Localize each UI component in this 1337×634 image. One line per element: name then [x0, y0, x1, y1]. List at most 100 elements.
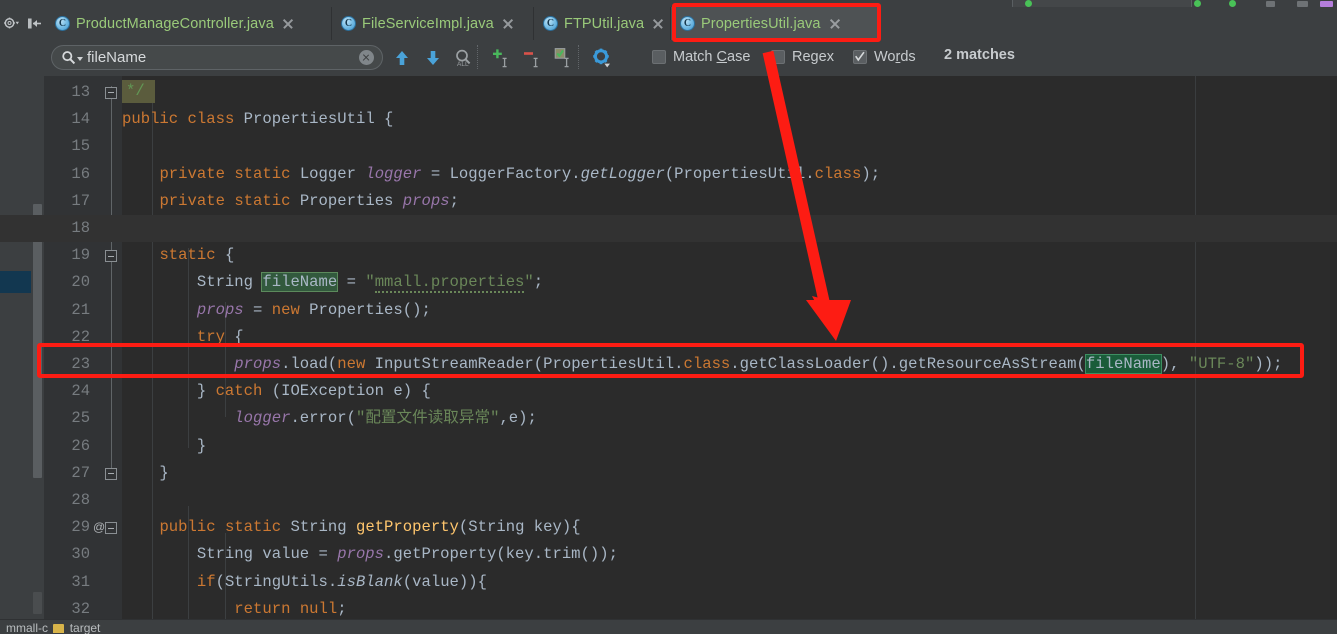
line-number: 14 [71, 110, 90, 129]
hide-tool-window-icon[interactable] [26, 15, 43, 32]
find-settings-button[interactable] [589, 45, 615, 70]
code-token: new [271, 300, 300, 319]
find-previous-button[interactable] [389, 45, 415, 70]
code-line-text[interactable]: return null; [122, 596, 346, 619]
code-token: logger [365, 164, 422, 183]
editor-tab-3-active[interactable]: C PropertiesUtil.java [671, 7, 879, 40]
code-line-row[interactable] [0, 133, 1337, 160]
code-line-row[interactable] [0, 460, 1337, 487]
checkbox-box[interactable] [652, 50, 666, 64]
breadcrumb-segment-2[interactable]: target [70, 621, 101, 634]
code-token: mmall.properties [374, 273, 525, 294]
code-line-row[interactable] [0, 487, 1337, 514]
line-number: 16 [71, 164, 90, 183]
code-line-text[interactable]: } [122, 433, 206, 460]
code-token: props [234, 355, 282, 373]
gear-icon [593, 48, 610, 67]
code-line-text[interactable]: String fileName = "mmall.properties"; [122, 269, 543, 296]
code-token: new [337, 355, 366, 373]
chevron-down-icon[interactable] [77, 56, 83, 61]
debug-button-icon[interactable] [1229, 0, 1236, 7]
code-editor[interactable]: 13 */14 public class PropertiesUtil {15 16 … [0, 76, 1337, 619]
code-token: (String key){ [458, 518, 581, 537]
select-all-occurrences-button[interactable] [488, 45, 514, 70]
clear-x-icon[interactable] [359, 50, 374, 65]
code-line-text[interactable]: } [122, 460, 168, 487]
search-input-value[interactable]: fileName [87, 49, 359, 66]
code-line-text[interactable]: props = new Properties(); [122, 297, 431, 324]
java-class-icon: C [680, 16, 695, 31]
code-line-text[interactable]: public class PropertiesUtil { [122, 106, 393, 133]
code-token: .error( [290, 409, 356, 428]
code-line-text[interactable]: public static String getProperty(String … [122, 514, 581, 541]
code-token: class [814, 164, 862, 183]
code-line-text[interactable]: try { [122, 324, 244, 351]
editor-tab-0[interactable]: C ProductManageController.java [46, 7, 332, 40]
java-class-icon: C [543, 16, 558, 31]
collapsed-javadoc[interactable]: */ [122, 80, 155, 103]
checkbox-box[interactable] [771, 50, 785, 64]
code-token: ), [1160, 355, 1189, 373]
search-magnifier-icon[interactable] [61, 50, 76, 65]
line-number: 27 [71, 463, 90, 482]
fold-end-icon[interactable] [105, 467, 117, 480]
code-line-row[interactable] [0, 79, 1337, 106]
code-line-text[interactable]: if(StringUtils.isBlank(value)){ [122, 569, 487, 596]
override-annotation-icon[interactable]: @ [93, 514, 105, 541]
code-token: PropertiesUtil [243, 110, 375, 129]
words-checkbox[interactable]: Words [853, 47, 916, 67]
editor-tab-label: PropertiesUtil.java [701, 15, 821, 32]
checkbox-box-checked[interactable] [853, 50, 867, 64]
close-icon[interactable] [282, 18, 294, 30]
navigation-breadcrumb[interactable]: mmall-c target [0, 619, 1337, 634]
run-config-icon [1025, 0, 1032, 7]
code-token: getLogger [580, 164, 665, 183]
regex-checkbox[interactable]: Regex [771, 47, 834, 67]
gear-dropdown-icon[interactable] [3, 15, 20, 32]
select-all-button[interactable] [550, 45, 576, 70]
line-number: 13 [71, 83, 90, 101]
code-line-text[interactable]: String value = props.getProperty(key.tri… [122, 541, 618, 568]
breadcrumb-segment-1[interactable]: mmall-c [6, 621, 48, 634]
close-icon[interactable] [652, 18, 664, 30]
fold-collapse-icon[interactable] [105, 522, 117, 535]
line-number: 21 [71, 300, 90, 319]
code-token: static [234, 164, 291, 183]
toolbar-separator-2 [578, 45, 579, 69]
editor-tab-2[interactable]: C FTPUtil.java [534, 7, 671, 40]
code-line-text[interactable]: private static Properties props; [122, 188, 458, 215]
code-line-text[interactable]: private static Logger logger = LoggerFac… [122, 161, 880, 188]
code-token: ); [861, 164, 881, 183]
code-token: static [224, 518, 282, 537]
match-case-checkbox[interactable]: Match Case [652, 47, 750, 67]
code-line-row[interactable] [0, 215, 1337, 243]
line-number: 17 [71, 191, 90, 210]
code-token: } [122, 436, 207, 455]
editor-tab-1[interactable]: C FileServiceImpl.java [332, 7, 534, 40]
close-icon[interactable] [502, 18, 514, 30]
find-all-icon: ALL [456, 49, 471, 68]
code-token: .load( [281, 355, 338, 373]
code-token: (PropertiesUtil. [664, 164, 815, 183]
search-match-highlight: fileName [1084, 354, 1162, 374]
fold-end-icon[interactable] [105, 87, 117, 99]
code-line-text[interactable]: props.load(new InputStreamReader(Propert… [122, 351, 1282, 378]
code-line-text[interactable]: } catch (IOException e) { [122, 378, 431, 405]
find-next-button[interactable] [420, 45, 446, 70]
close-icon[interactable] [829, 18, 841, 30]
code-line-text[interactable]: static { [122, 242, 234, 269]
remove-occurrence-button[interactable] [519, 45, 545, 70]
search-input[interactable]: fileName [51, 45, 383, 70]
code-line-text[interactable]: logger.error("配置文件读取异常",e); [122, 405, 537, 432]
run-button-icon[interactable] [1194, 0, 1201, 7]
code-token: Properties [290, 191, 403, 210]
fold-collapse-icon[interactable] [105, 250, 117, 263]
code-token: public [122, 110, 179, 129]
find-all-button[interactable]: ALL [450, 45, 476, 70]
